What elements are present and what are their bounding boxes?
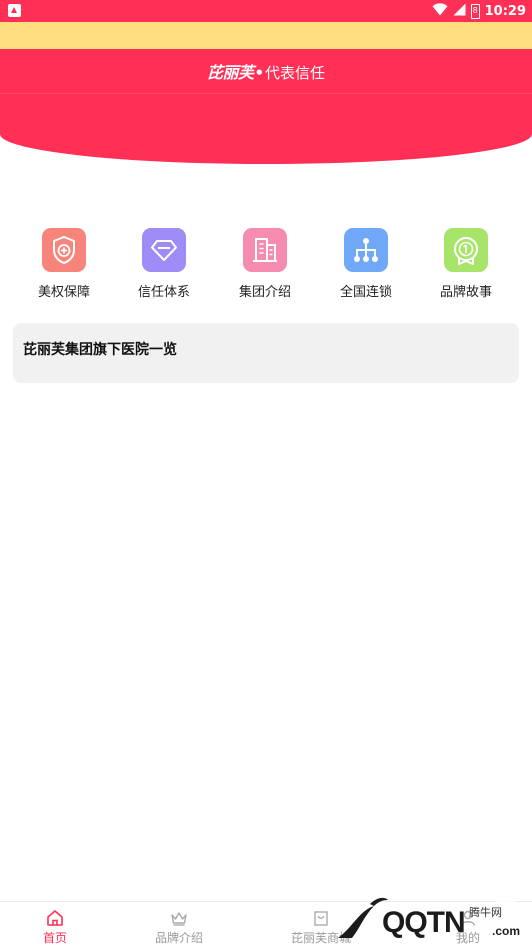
menu-item-rights-protection[interactable]: 美权保障 — [14, 228, 114, 300]
watermark-site-name: 腾牛网 — [469, 906, 502, 919]
quick-menu: 美权保障 信任体系 集团介绍 全国连锁 品牌故事 — [0, 228, 532, 300]
menu-item-national-chain[interactable]: 全国连锁 — [316, 228, 416, 300]
status-clock: 10:29 — [484, 3, 526, 19]
slogan-separator: • — [254, 64, 265, 82]
header-banner: 芘丽芙•代表信任 — [0, 49, 532, 164]
shield-plus-icon — [42, 228, 86, 272]
watermark-domain: .com — [492, 924, 521, 938]
hospital-list-card[interactable]: 芘丽芙集团旗下医院一览 — [13, 323, 519, 383]
brand-logo: 芘丽芙 — [206, 63, 254, 82]
site-watermark: QQTN .com 腾牛网 — [330, 880, 532, 946]
battery-icon: 8 — [470, 3, 480, 19]
nav-label: 首页 — [42, 931, 67, 945]
menu-label: 全国连锁 — [339, 285, 392, 300]
signal-icon — [453, 3, 466, 20]
mall-icon — [311, 908, 331, 928]
home-icon — [45, 908, 65, 928]
header-divider — [0, 93, 532, 94]
hospital-list-title: 芘丽芙集团旗下医院一览 — [23, 342, 177, 358]
nav-item-home[interactable]: 首页 — [2, 902, 108, 946]
menu-label: 品牌故事 — [439, 285, 492, 300]
menu-item-trust-system[interactable]: 信任体系 — [114, 228, 214, 300]
watermark-logo: QQTN — [382, 906, 466, 939]
network-icon — [344, 228, 388, 272]
status-bar-right: 8 10:29 — [432, 2, 526, 20]
header-slogan: 代表信任 — [265, 64, 326, 82]
wifi-icon — [432, 2, 448, 20]
crown-icon — [169, 908, 189, 928]
medal-icon — [444, 228, 488, 272]
diamond-icon — [142, 228, 186, 272]
nav-label: 品牌介绍 — [154, 931, 203, 945]
battery-level: 8 — [472, 5, 478, 15]
header-slogan-row: 芘丽芙•代表信任 — [0, 59, 532, 83]
menu-item-group-intro[interactable]: 集团介绍 — [215, 228, 315, 300]
menu-label: 美权保障 — [37, 285, 90, 300]
status-bar: 8 10:29 — [0, 0, 532, 22]
notice-band — [0, 22, 532, 49]
building-icon — [243, 228, 287, 272]
menu-item-brand-story[interactable]: 品牌故事 — [416, 228, 516, 300]
menu-label: 集团介绍 — [238, 285, 291, 300]
menu-label: 信任体系 — [137, 285, 190, 300]
app-notification-icon — [8, 4, 21, 17]
nav-item-brand-intro[interactable]: 品牌介绍 — [126, 902, 232, 946]
